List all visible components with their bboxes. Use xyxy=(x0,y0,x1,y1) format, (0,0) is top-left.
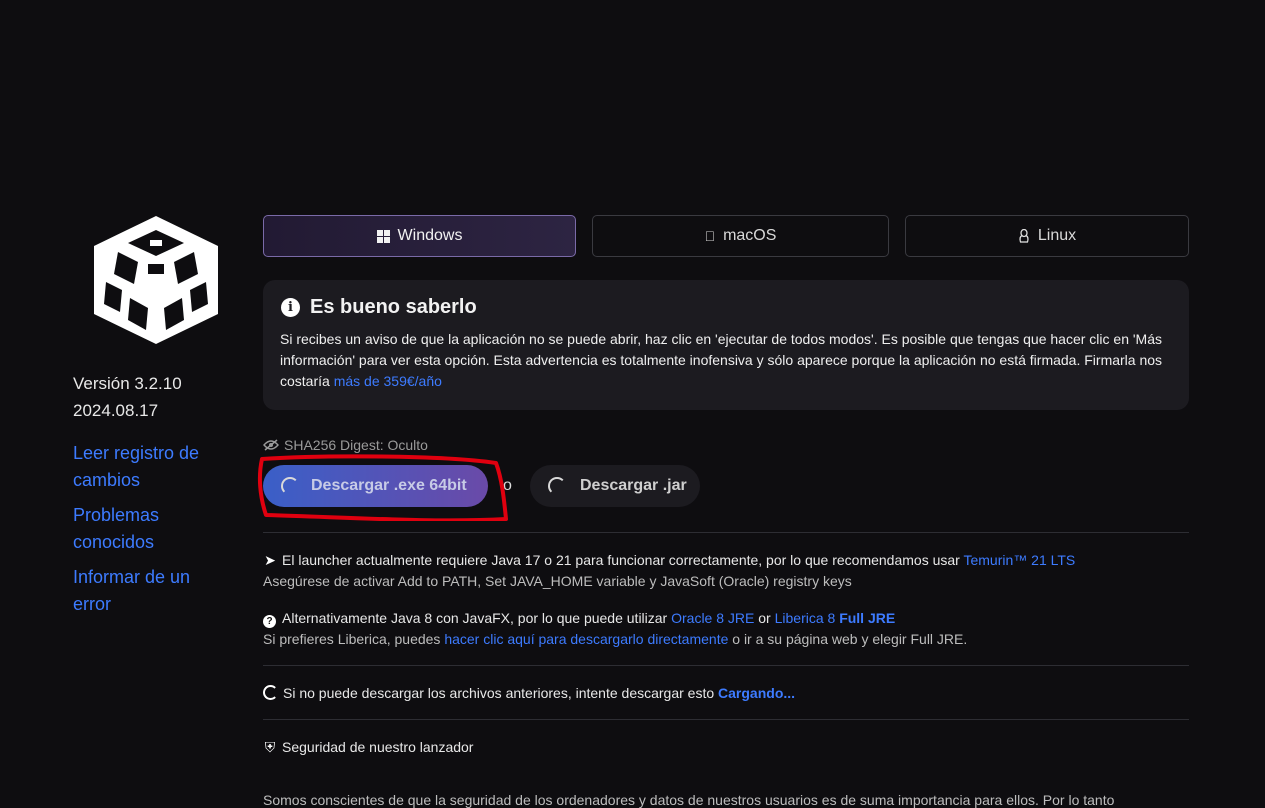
version-label: Versión 3.2.10 xyxy=(73,374,182,393)
divider xyxy=(263,532,1189,533)
notice-box: i Es bueno saberlo Si recibes un aviso d… xyxy=(263,280,1189,410)
sha-text: SHA256 Digest: Oculto xyxy=(284,437,428,453)
notice-title: i Es bueno saberlo xyxy=(281,296,477,319)
java-line2-or: or xyxy=(758,610,771,626)
temurin-link[interactable]: Temurin™ 21 LTS xyxy=(963,552,1075,568)
question-icon: ? xyxy=(263,615,276,628)
report-bug-link[interactable]: Informar de un error xyxy=(73,564,233,618)
loading-spinner-icon xyxy=(281,477,299,495)
security-section: ⛨ Seguridad de nuestro lanzador xyxy=(263,737,474,758)
download-jar-label: Descargar .jar xyxy=(580,477,687,494)
download-exe-label: Descargar .exe 64bit xyxy=(311,477,467,494)
liberica-full-jre: Full JRE xyxy=(839,610,896,626)
launcher-logo xyxy=(94,216,218,344)
liberica-link[interactable]: Liberica 8 Full JRE xyxy=(775,610,896,626)
release-date: 2024.08.17 xyxy=(73,401,159,420)
tab-linux[interactable]: Linux xyxy=(905,215,1189,257)
oracle-link[interactable]: Oracle 8 JRE xyxy=(671,610,754,626)
notice-title-text: Es bueno saberlo xyxy=(310,296,477,318)
version-info: Versión 3.2.10 2024.08.17 xyxy=(73,370,182,424)
or-separator: o xyxy=(503,477,512,494)
loading-spinner-icon xyxy=(263,685,278,700)
java-requirements: ➤ El launcher actualmente requiere Java 1… xyxy=(263,550,1075,592)
security-title: Seguridad de nuestro lanzador xyxy=(282,739,474,755)
sidebar-links: Leer registro de cambios Problemas conoc… xyxy=(73,440,233,626)
download-jar-button[interactable]: Descargar .jar xyxy=(530,465,700,507)
apple-icon:  xyxy=(705,228,716,244)
known-issues-link[interactable]: Problemas conocidos xyxy=(73,502,233,556)
changelog-link[interactable]: Leer registro de cambios xyxy=(73,440,233,494)
divider xyxy=(263,665,1189,666)
divider xyxy=(263,719,1189,720)
notice-body: Si recibes un aviso de que la aplicación… xyxy=(280,329,1180,392)
linux-icon xyxy=(1019,229,1029,243)
sha-digest[interactable]: SHA256 Digest: Oculto xyxy=(263,437,428,453)
alt-download: Si no puede descargar los archivos anter… xyxy=(263,683,795,704)
rocket-icon: ➤ xyxy=(264,552,276,568)
java8-alternative: ? Alternativamente Java 8 con JavaFX, por… xyxy=(263,608,967,650)
tab-windows-label: Windows xyxy=(397,227,463,244)
info-icon: i xyxy=(281,298,300,317)
liberica-link-text: Liberica 8 xyxy=(774,610,836,626)
shield-icon: ⛨ xyxy=(264,739,276,755)
liberica-hint-pre: Si prefieres Liberica, puedes xyxy=(263,631,441,647)
tab-macos-label: macOS xyxy=(717,227,776,244)
alt-download-text: Si no puede descargar los archivos anter… xyxy=(283,685,715,701)
java-line2: Alternativamente Java 8 con JavaFX, por … xyxy=(282,610,668,626)
liberica-hint-post: o ir a su página web y elegir Full JRE. xyxy=(732,631,968,647)
java-line1: El launcher actualmente requiere Java 17… xyxy=(282,552,960,568)
download-exe-button[interactable]: Descargar .exe 64bit xyxy=(263,465,488,507)
loading-spinner-icon xyxy=(548,477,566,495)
signing-cost-link[interactable]: más de 359€/año xyxy=(334,373,442,389)
eye-off-icon xyxy=(263,439,279,451)
windows-icon xyxy=(376,229,390,243)
alt-download-link[interactable]: Cargando... xyxy=(718,685,795,701)
java-line1-sub: Asegúrese de activar Add to PATH, Set JA… xyxy=(263,573,852,589)
tab-macos[interactable]:  macOS xyxy=(592,215,889,257)
tab-linux-label: Linux xyxy=(1037,227,1077,244)
security-body: Somos conscientes de que la seguridad de… xyxy=(263,792,1115,808)
tab-windows[interactable]: Windows xyxy=(263,215,576,257)
liberica-direct-link[interactable]: hacer clic aquí para descargarlo directa… xyxy=(444,631,728,647)
